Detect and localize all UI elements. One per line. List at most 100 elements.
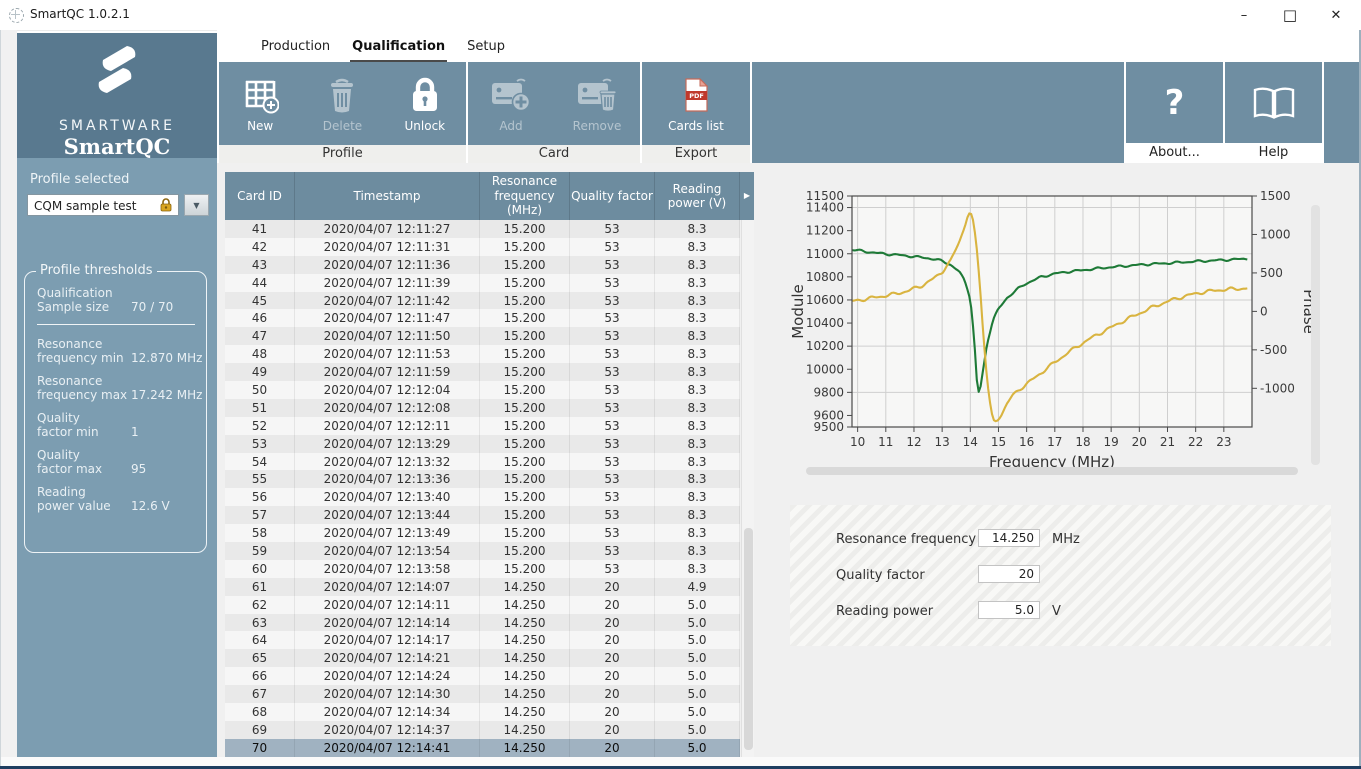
table-cell: 15.200 xyxy=(480,274,570,292)
table-cell: 15.200 xyxy=(480,292,570,310)
table-cell: 2020/04/07 12:14:34 xyxy=(295,703,480,721)
table-row[interactable]: 542020/04/07 12:13:3215.200538.3 xyxy=(225,453,740,471)
table-row[interactable]: 682020/04/07 12:14:3414.250205.0 xyxy=(225,703,740,721)
table-row[interactable]: 592020/04/07 12:13:5415.200538.3 xyxy=(225,542,740,560)
about-button-label: About... xyxy=(1126,143,1223,163)
resonance-frequency-label: Resonance frequency xyxy=(836,532,976,547)
table-cell: 15.200 xyxy=(480,560,570,578)
table-row[interactable]: 562020/04/07 12:13:4015.200538.3 xyxy=(225,488,740,506)
table-row[interactable]: 512020/04/07 12:12:0815.200538.3 xyxy=(225,399,740,417)
profile-dropdown-button[interactable]: ▼ xyxy=(184,194,209,216)
tab-production[interactable]: Production xyxy=(259,39,332,62)
new-button[interactable]: New xyxy=(224,74,296,133)
table-cell: 20 xyxy=(570,721,655,739)
chart-vertical-scrollbar[interactable] xyxy=(1311,205,1320,465)
table-row[interactable]: 552020/04/07 12:13:3615.200538.3 xyxy=(225,470,740,488)
table-body: 412020/04/07 12:11:2715.200538.3422020/0… xyxy=(225,220,740,757)
add-card-button[interactable]: Add xyxy=(475,74,547,133)
table-row[interactable]: 642020/04/07 12:14:1714.250205.0 xyxy=(225,631,740,649)
tab-setup[interactable]: Setup xyxy=(465,39,507,62)
table-row[interactable]: 492020/04/07 12:11:5915.200538.3 xyxy=(225,363,740,381)
trash-icon xyxy=(325,74,359,116)
resonance-frequency-row: Resonance frequency MHz xyxy=(790,529,1331,551)
table-cell: 53 xyxy=(225,435,295,453)
table-row[interactable]: 482020/04/07 12:11:5315.200538.3 xyxy=(225,345,740,363)
close-button[interactable]: ✕ xyxy=(1313,0,1359,30)
table-row[interactable]: 522020/04/07 12:12:1115.200538.3 xyxy=(225,417,740,435)
toolbar-group-profile: New Delete xyxy=(219,62,466,163)
cards-list-button-label: Cards list xyxy=(668,119,724,133)
table-cell: 53 xyxy=(570,417,655,435)
column-header-reading-power[interactable]: Reading power (V) xyxy=(655,172,740,220)
table-cell: 2020/04/07 12:13:54 xyxy=(295,542,480,560)
table-cell: 20 xyxy=(570,578,655,596)
table-cell: 64 xyxy=(225,631,295,649)
table-cell: 15.200 xyxy=(480,220,570,238)
resonance-frequency-field[interactable] xyxy=(978,529,1040,547)
table-cell: 14.250 xyxy=(480,578,570,596)
window-left-border xyxy=(0,30,1,766)
column-header-timestamp[interactable]: Timestamp xyxy=(295,172,480,220)
column-header-quality-factor[interactable]: Quality factor xyxy=(570,172,655,220)
delete-button[interactable]: Delete xyxy=(306,74,378,133)
table-scrollbar[interactable] xyxy=(741,220,754,757)
help-button[interactable]: Help xyxy=(1225,62,1322,163)
table-cell: 15.200 xyxy=(480,256,570,274)
card-add-icon xyxy=(490,74,532,116)
table-cell: 49 xyxy=(225,363,295,381)
table-row[interactable]: 442020/04/07 12:11:3915.200538.3 xyxy=(225,274,740,292)
table-cell: 2020/04/07 12:14:07 xyxy=(295,578,480,596)
about-button[interactable]: ? About... xyxy=(1126,62,1223,163)
quality-factor-field[interactable] xyxy=(978,565,1040,583)
table-row[interactable]: 582020/04/07 12:13:4915.200538.3 xyxy=(225,524,740,542)
reading-power-label: Reading power xyxy=(836,604,933,619)
table-cell: 2020/04/07 12:14:24 xyxy=(295,667,480,685)
svg-text:9800: 9800 xyxy=(813,385,844,399)
chart-horizontal-scrollbar[interactable] xyxy=(806,467,1298,475)
maximize-button[interactable]: □ xyxy=(1267,0,1313,30)
profile-select-value[interactable]: CQM sample test xyxy=(27,194,179,216)
table-cell: 8.3 xyxy=(655,238,740,256)
sidebar: SMARTWARE SmartQC Profile selected CQM s… xyxy=(17,33,217,762)
table-cell: 2020/04/07 12:12:04 xyxy=(295,381,480,399)
table-cell: 8.3 xyxy=(655,345,740,363)
table-row[interactable]: 412020/04/07 12:11:2715.200538.3 xyxy=(225,220,740,238)
table-row[interactable]: 432020/04/07 12:11:3615.200538.3 xyxy=(225,256,740,274)
minimize-button[interactable]: – xyxy=(1221,0,1267,30)
table-row[interactable]: 632020/04/07 12:14:1414.250205.0 xyxy=(225,614,740,632)
table-row[interactable]: 602020/04/07 12:13:5815.200538.3 xyxy=(225,560,740,578)
remove-card-button[interactable]: Remove xyxy=(561,74,633,133)
table-row[interactable]: 572020/04/07 12:13:4415.200538.3 xyxy=(225,506,740,524)
table-cell: 2020/04/07 12:12:08 xyxy=(295,399,480,417)
table-row[interactable]: 472020/04/07 12:11:5015.200538.3 xyxy=(225,327,740,345)
table-row[interactable]: 422020/04/07 12:11:3115.200538.3 xyxy=(225,238,740,256)
table-cell: 15.200 xyxy=(480,488,570,506)
table-row[interactable]: 462020/04/07 12:11:4715.200538.3 xyxy=(225,309,740,327)
tab-qualification[interactable]: Qualification xyxy=(350,39,447,62)
table-row[interactable]: 652020/04/07 12:14:2114.250205.0 xyxy=(225,649,740,667)
table-row[interactable]: 532020/04/07 12:13:2915.200538.3 xyxy=(225,435,740,453)
table-cell: 5.0 xyxy=(655,703,740,721)
table-row[interactable]: 612020/04/07 12:14:0714.250204.9 xyxy=(225,578,740,596)
delete-button-label: Delete xyxy=(323,119,362,133)
toolbar-separator xyxy=(750,62,752,163)
table-scrollbar-thumb[interactable] xyxy=(744,528,753,750)
scroll-right-icon[interactable]: ▶ xyxy=(744,191,750,201)
reading-power-field[interactable] xyxy=(978,601,1040,619)
padlock-icon xyxy=(409,74,441,116)
table-row[interactable]: 622020/04/07 12:14:1114.250205.0 xyxy=(225,596,740,614)
table-cell: 2020/04/07 12:11:42 xyxy=(295,292,480,310)
unlock-button[interactable]: Unlock xyxy=(389,74,461,133)
table-cell: 20 xyxy=(570,649,655,667)
table-row[interactable]: 662020/04/07 12:14:2414.250205.0 xyxy=(225,667,740,685)
table-row[interactable]: 452020/04/07 12:11:4215.200538.3 xyxy=(225,292,740,310)
table-row[interactable]: 502020/04/07 12:12:0415.200538.3 xyxy=(225,381,740,399)
column-header-resonance-frequency[interactable]: Resonance frequency (MHz) xyxy=(480,172,570,220)
cards-list-button[interactable]: PDF Cards list xyxy=(660,74,732,133)
column-header-card-id[interactable]: Card ID xyxy=(225,172,295,220)
table-row[interactable]: 702020/04/07 12:14:4114.250205.0 xyxy=(225,739,740,757)
table-row[interactable]: 672020/04/07 12:14:3014.250205.0 xyxy=(225,685,740,703)
table-row[interactable]: 692020/04/07 12:14:3714.250205.0 xyxy=(225,721,740,739)
svg-text:1500: 1500 xyxy=(1260,189,1291,203)
lock-icon xyxy=(158,197,174,213)
